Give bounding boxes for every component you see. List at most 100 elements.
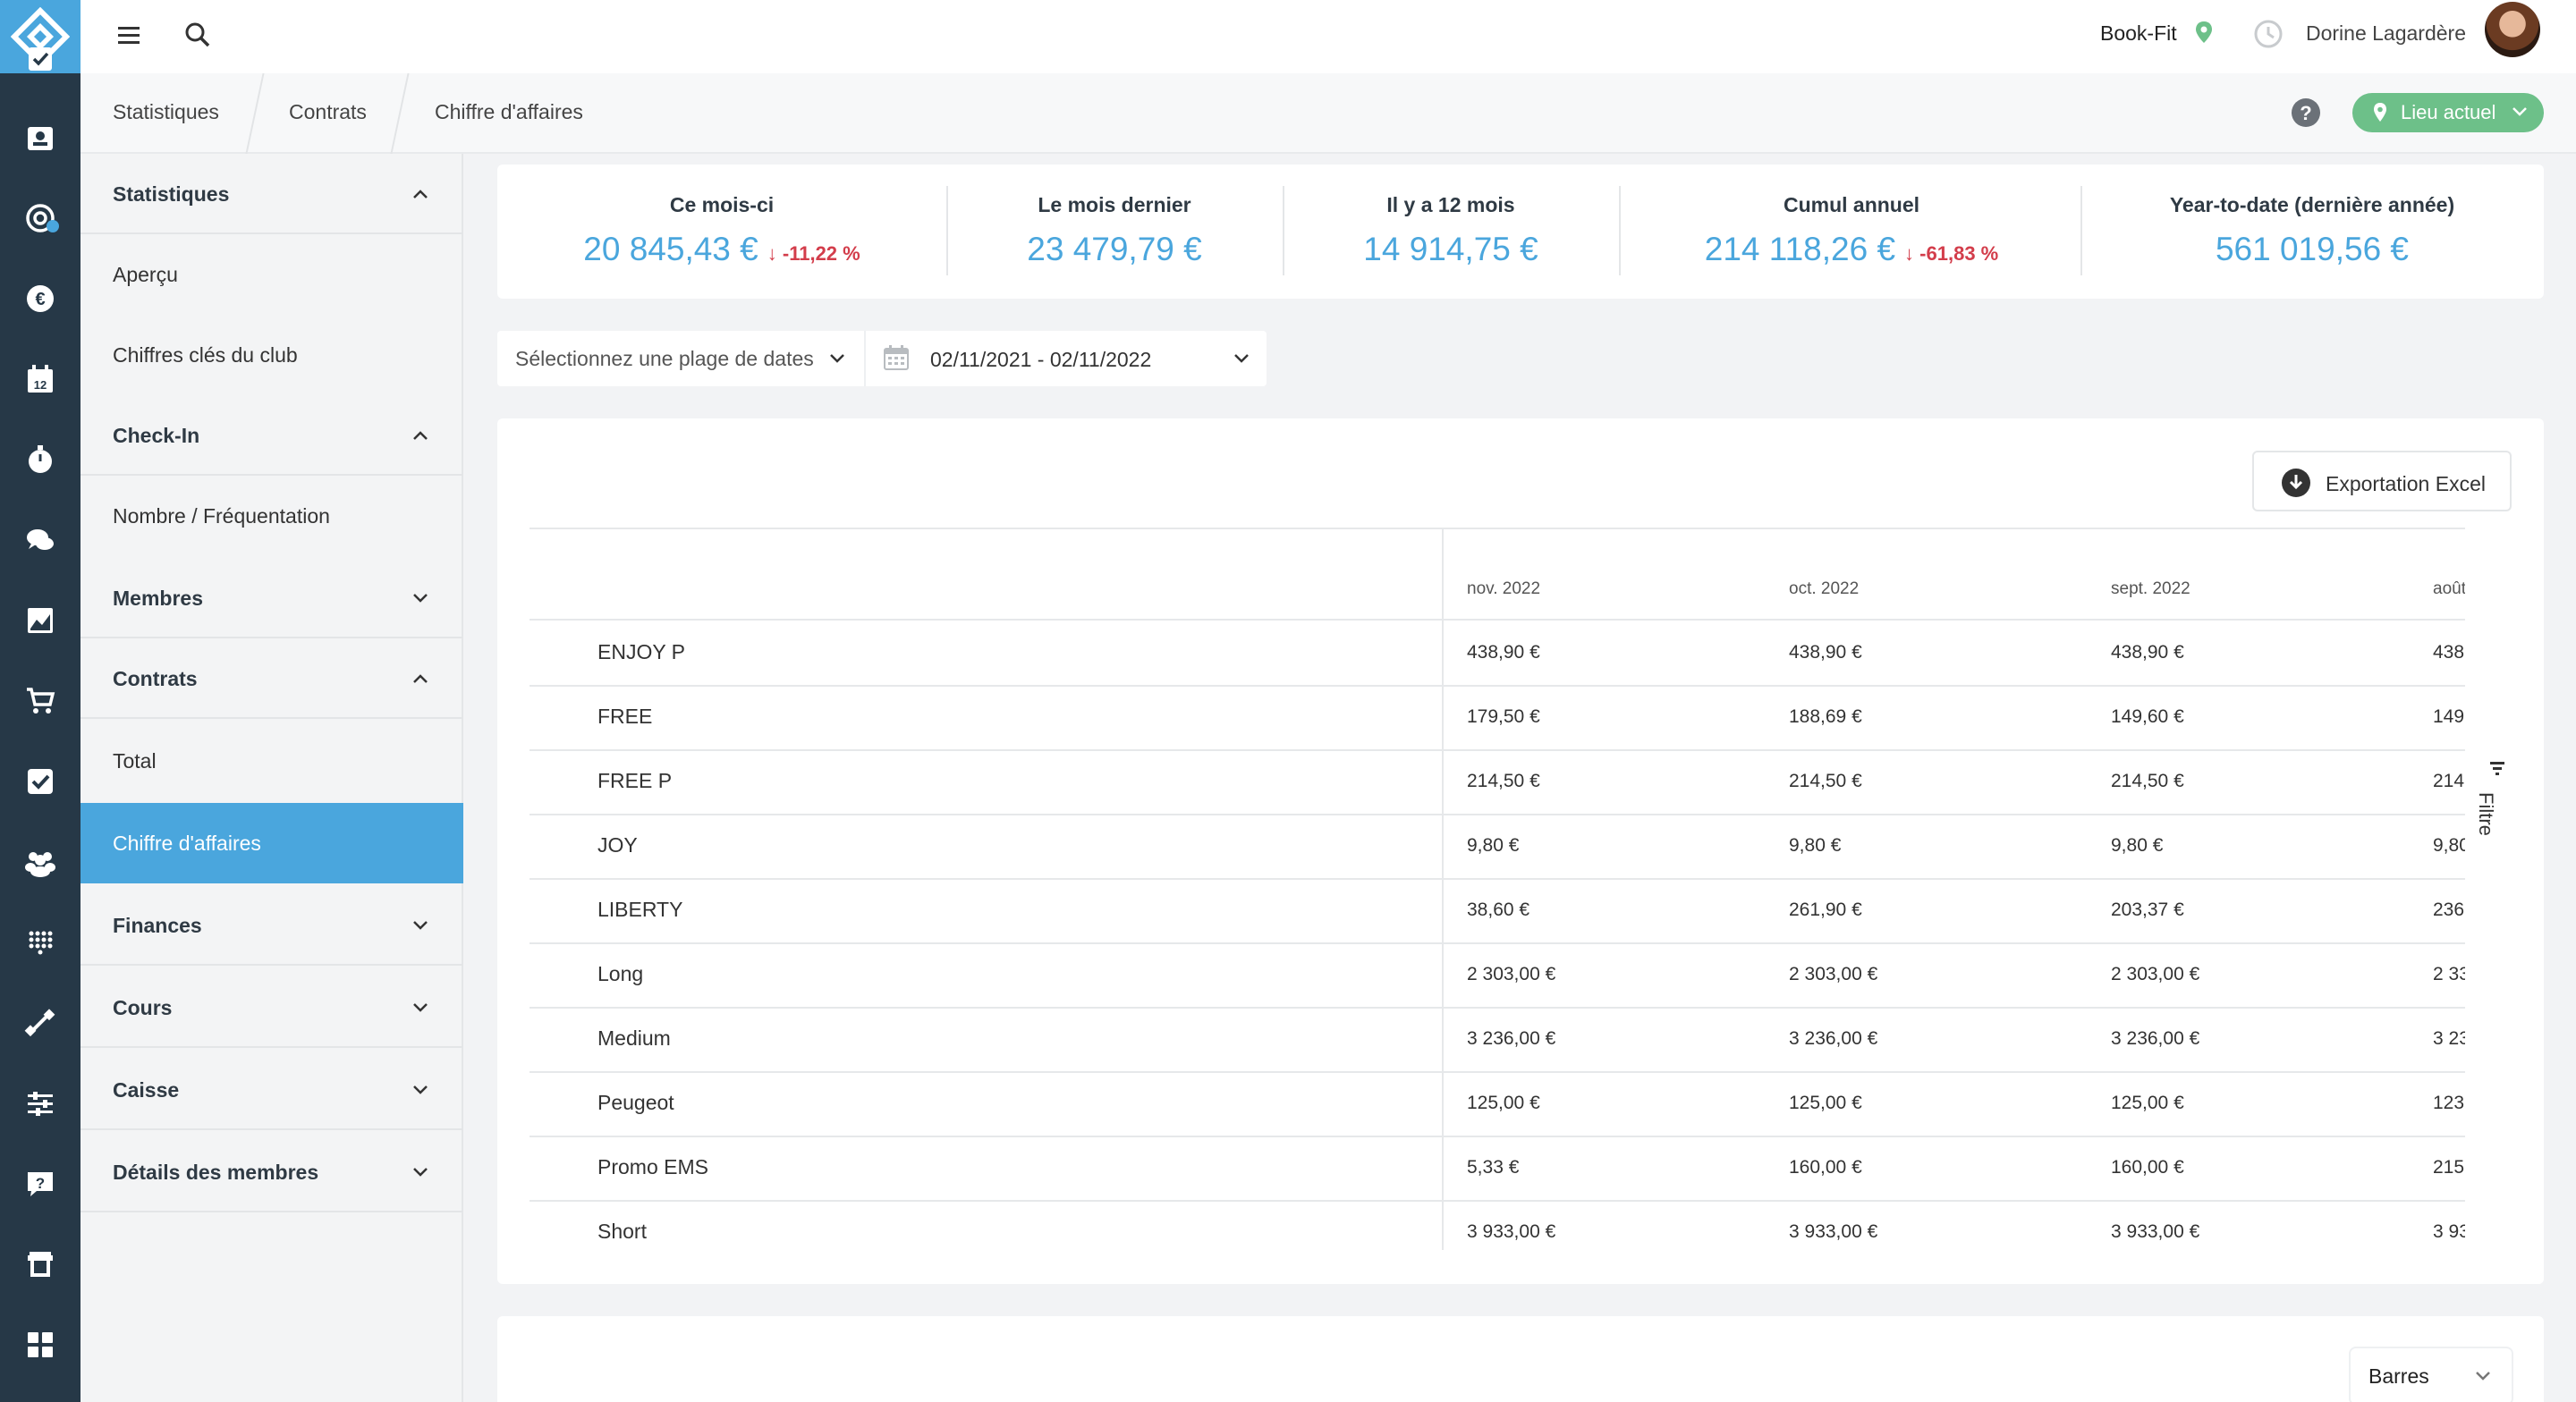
table-cell: 3 236,00 € xyxy=(1789,1028,1878,1049)
sidebar-section-caisse[interactable]: Caisse xyxy=(80,1050,463,1130)
club-name[interactable]: Book-Fit xyxy=(2100,21,2177,46)
table-row: Short3 933,00 €3 933,00 €3 933,00 €3 933… xyxy=(530,1200,2510,1259)
table-cell: 3 933,00 € xyxy=(1789,1221,1878,1242)
filter-tab-label: Filtre xyxy=(2475,792,2497,836)
table-row: FREE P214,50 €214,50 €214,50 €214,50 € xyxy=(530,749,2510,814)
kpi-value: 561 019,56 € xyxy=(2080,231,2544,268)
table-row: Medium3 236,00 €3 236,00 €3 236,00 €3 23… xyxy=(530,1007,2510,1071)
sidebar-section-membres[interactable]: Membres xyxy=(80,558,463,638)
sidebar-item-label: Finances xyxy=(113,914,202,937)
date-range-value: 02/11/2021 - 02/11/2022 xyxy=(930,348,1152,371)
chart-type-select[interactable]: Barres xyxy=(2351,1348,2512,1402)
location-pin-icon xyxy=(2374,103,2386,122)
download-icon xyxy=(2282,469,2310,497)
date-range-preset-select[interactable]: Sélectionnez une plage de dates xyxy=(497,331,866,386)
sidebar-section-statistiques[interactable]: Statistiques xyxy=(80,154,463,234)
sidebar-item-nombre-frequentation[interactable]: Nombre / Fréquentation xyxy=(80,476,463,556)
sidebar-item-label: Chiffres clés du club xyxy=(113,343,298,367)
table-cell: 125,00 € xyxy=(2111,1093,2184,1113)
table-cell: 9,80 € xyxy=(1467,835,1520,856)
svg-text:?: ? xyxy=(36,1175,45,1192)
breadcrumb: Statistiques Contrats Chiffre d'affaires… xyxy=(80,73,2576,154)
chevron-up-icon xyxy=(413,674,428,683)
chat-icon[interactable] xyxy=(22,522,58,558)
table-cell: 3 933,00 € xyxy=(1467,1221,1556,1242)
table-cell: 38,60 € xyxy=(1467,899,1530,920)
table-cell: 2 303,00 € xyxy=(1789,964,1878,984)
table-row: FREE179,50 €188,69 €149,60 €149,60 € xyxy=(530,685,2510,749)
clock-icon[interactable] xyxy=(2252,18,2284,50)
filter-side-tab[interactable]: Filtre xyxy=(2465,528,2544,1284)
dumbbell-icon[interactable] xyxy=(22,1005,58,1041)
checkbox-icon[interactable] xyxy=(22,41,58,77)
sidebar-section-details-des-membres[interactable]: Détails des membres xyxy=(80,1132,463,1212)
table-column-header[interactable]: nov. 2022 xyxy=(1467,579,1540,599)
kpi-label: Ce mois-ci xyxy=(669,193,775,216)
table-cell: 438,90 € xyxy=(1789,642,1862,663)
sidebar-section-finances[interactable]: Finances xyxy=(80,885,463,966)
kpi-amount: 14 914,75 € xyxy=(1363,231,1538,267)
kpi-value: 214 118,26 € ↓ -61,83 % xyxy=(1619,231,2084,268)
sidebar-section-check-in[interactable]: Check-In xyxy=(80,395,463,476)
contact-card-icon[interactable] xyxy=(22,120,58,156)
avatar[interactable] xyxy=(2485,2,2540,57)
sidebar-item-total[interactable]: Total xyxy=(80,721,463,801)
sidebar-item-label: Caisse xyxy=(113,1078,180,1102)
breadcrumb-item-contrats[interactable]: Contrats xyxy=(289,100,367,124)
chevron-down-icon xyxy=(413,594,428,603)
kpi-item: Cumul annuel 214 118,26 € ↓ -61,83 % xyxy=(1619,165,2084,299)
breadcrumb-item-statistiques[interactable]: Statistiques xyxy=(113,100,219,124)
sidebar-item-apercu[interactable]: Aperçu xyxy=(80,234,463,315)
breadcrumb-separator xyxy=(390,73,410,154)
sidebar-item-chiffre-d-affaires[interactable]: Chiffre d'affaires xyxy=(80,803,463,883)
shop-icon[interactable] xyxy=(22,1246,58,1282)
search-icon[interactable] xyxy=(181,18,215,52)
filter-icon xyxy=(2490,762,2504,775)
table-cell: 9,80 € xyxy=(1789,835,1842,856)
kpi-amount: 20 845,43 € xyxy=(583,231,758,267)
table-cell: 261,90 € xyxy=(1789,899,1862,920)
chart-type-label: Barres xyxy=(2368,1364,2429,1388)
group-icon[interactable] xyxy=(22,844,58,880)
current-location-label: Lieu actuel xyxy=(2401,101,2496,123)
chart-image-icon[interactable] xyxy=(22,603,58,638)
keypad-icon[interactable] xyxy=(22,925,58,960)
help-chat-icon[interactable]: ? xyxy=(22,1166,58,1202)
euro-icon[interactable]: € xyxy=(22,281,58,317)
chevron-down-icon xyxy=(830,354,844,363)
contract-name: FREE P xyxy=(597,769,673,792)
chevron-down-icon xyxy=(413,1168,428,1177)
sidebar-section-cours[interactable]: Cours xyxy=(80,967,463,1048)
kpi-item: Year-to-date (dernière année) 561 019,56 … xyxy=(2080,165,2544,299)
hamburger-menu-icon[interactable] xyxy=(113,20,145,52)
check-square-icon[interactable] xyxy=(22,764,58,799)
revenue-table-card: Exportation Excel nov. 2022 oct. 2022 sept… xyxy=(497,418,2544,1284)
sidebar-item-label: Aperçu xyxy=(113,263,178,286)
icon-rail: €12? xyxy=(0,0,80,1402)
arrow-down-icon: ↓ xyxy=(1904,242,1920,265)
help-icon[interactable]: ? xyxy=(2290,97,2322,129)
dashboard-icon[interactable] xyxy=(22,1327,58,1363)
kpi-amount: 561 019,56 € xyxy=(2215,231,2410,267)
date-range-picker[interactable]: 02/11/2021 - 02/11/2022 xyxy=(866,331,1267,386)
table-cell: 3 236,00 € xyxy=(2111,1028,2200,1049)
table-column-header[interactable]: oct. 2022 xyxy=(1789,579,1859,599)
sidebar-section-contrats[interactable]: Contrats xyxy=(80,638,463,719)
sliders-icon[interactable] xyxy=(22,1085,58,1121)
sidebar-item-chiffres-cles-du-club[interactable]: Chiffres clés du club xyxy=(80,315,463,395)
kpi-divider xyxy=(2080,186,2082,275)
cart-icon[interactable] xyxy=(22,683,58,719)
current-location-button[interactable]: Lieu actuel xyxy=(2352,93,2544,132)
excel-export-button[interactable]: Exportation Excel xyxy=(2252,451,2512,511)
svg-text:12: 12 xyxy=(34,378,47,392)
stopwatch-icon[interactable] xyxy=(22,442,58,477)
user-name[interactable]: Dorine Lagardère xyxy=(2306,21,2466,46)
breadcrumb-separator xyxy=(245,73,265,154)
kpi-delta: ↓ -11,22 % xyxy=(767,242,860,265)
kpi-delta-value: -61,83 % xyxy=(1919,242,1999,265)
calendar-icon[interactable]: 12 xyxy=(22,361,58,397)
table-cell: 214,50 € xyxy=(2111,771,2184,791)
table-column-header[interactable]: sept. 2022 xyxy=(2111,579,2190,599)
chevron-up-icon xyxy=(413,431,428,440)
chart-card: Barres xyxy=(497,1316,2544,1402)
